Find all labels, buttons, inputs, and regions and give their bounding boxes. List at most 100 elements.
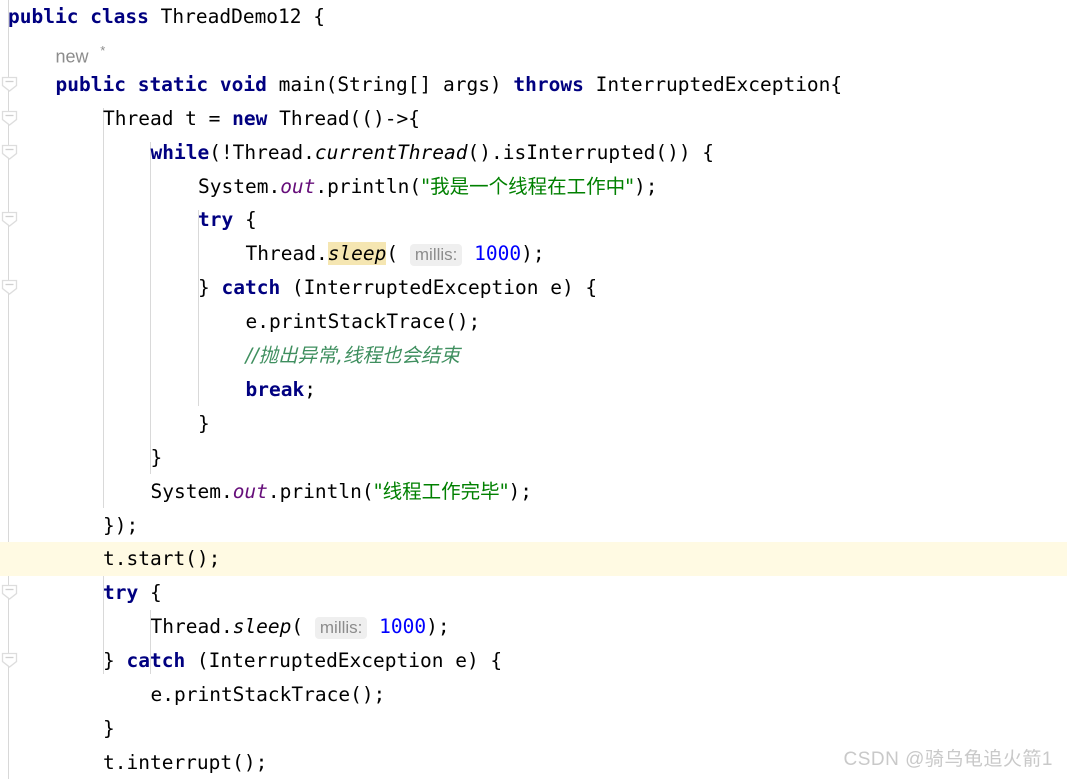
code-token-plain: .println( (315, 174, 422, 198)
code-token-kw: throws (513, 72, 584, 96)
code-line[interactable]: new * (0, 34, 1067, 68)
code-token-plain: { (138, 581, 162, 605)
code-token-plain: ); (426, 615, 450, 639)
code-token-kw: public (55, 72, 126, 96)
code-token-kw: while (150, 140, 210, 164)
code-line[interactable]: Thread.sleep( millis: 1000); (0, 610, 1067, 644)
code-token-mth: sleep (232, 615, 292, 639)
code-token-kw: void (219, 72, 267, 96)
code-token-plain: ); (521, 242, 545, 266)
csdn-watermark: CSDN @骑乌龟追火箭1 (843, 749, 1053, 770)
code-token-hint-plain: new (55, 46, 89, 67)
code-token-plain: (InterruptedException e) { (185, 649, 503, 673)
code-line-content: } (103, 712, 115, 746)
code-line[interactable]: e.printStackTrace(); (0, 305, 1067, 339)
code-line-content: while(!Thread.currentThread().isInterrup… (151, 136, 715, 170)
code-token-kw: break (245, 377, 305, 401)
code-token-num: 1000 (474, 242, 522, 266)
code-line-content: t.start(); (103, 542, 220, 576)
code-line-content: } (151, 441, 163, 475)
code-line-content: }); (103, 509, 138, 543)
code-token-plain: ; (304, 377, 316, 401)
code-token-kw: try (198, 208, 234, 232)
code-token-mth: currentThread (314, 140, 468, 164)
code-token-plain: t.interrupt(); (103, 750, 268, 774)
code-line-content: public class ThreadDemo12 { (8, 0, 325, 34)
code-line-content: e.printStackTrace(); (151, 678, 386, 712)
code-token-hint: millis: (314, 617, 368, 640)
code-line-content: Thread.sleep( millis: 1000); (151, 610, 450, 645)
code-line[interactable]: public class ThreadDemo12 { (0, 0, 1067, 34)
code-line[interactable]: e.printStackTrace(); (0, 678, 1067, 712)
code-line[interactable]: try { (0, 576, 1067, 610)
code-token-kw: new (232, 106, 268, 130)
code-token-plain: System. (198, 174, 281, 198)
code-line[interactable]: System.out.println("线程工作完毕"); (0, 475, 1067, 509)
code-token-plain: { (233, 208, 257, 232)
code-token-plain: (!Thread. (209, 140, 315, 164)
code-token-kw: catch (221, 276, 281, 300)
code-token-plain: t.start(); (103, 547, 221, 571)
code-token-plain: e.printStackTrace(); (245, 310, 481, 334)
code-line-content: t.interrupt(); (103, 746, 267, 780)
code-line[interactable]: try { (0, 203, 1067, 237)
code-line-content: Thread.sleep( millis: 1000); (246, 237, 545, 272)
code-line[interactable]: break; (0, 373, 1067, 407)
code-editor-surface[interactable]: public class ThreadDemo12 {new * public s… (0, 0, 1067, 779)
code-token-plain: ); (634, 174, 658, 198)
code-line-content: public static void main(String[] args) t… (56, 68, 843, 102)
code-line[interactable]: t.start(); (0, 542, 1067, 576)
code-line[interactable]: } catch (InterruptedException e) { (0, 644, 1067, 678)
code-token-kw: class (90, 5, 149, 28)
code-token-fld: out (232, 479, 268, 503)
code-token-cmt: //抛出异常,线程也会结束 (245, 344, 460, 367)
code-line[interactable]: //抛出异常,线程也会结束 (0, 339, 1067, 373)
code-token-fld: out (280, 174, 316, 198)
code-token-kw: static (137, 72, 209, 96)
code-line[interactable]: } (0, 712, 1067, 746)
code-line[interactable]: } (0, 407, 1067, 441)
code-line[interactable]: System.out.println("我是一个线程在工作中"); (0, 170, 1067, 204)
code-token-plain: .println( (267, 479, 374, 503)
code-token-plain: } (198, 411, 210, 435)
code-token-plain: Thread. (150, 615, 233, 639)
code-token-kw: public (8, 5, 79, 28)
code-line[interactable]: } (0, 441, 1067, 475)
code-line[interactable]: Thread.sleep( millis: 1000); (0, 237, 1067, 271)
code-token-plain: e.printStackTrace(); (150, 683, 386, 706)
code-line-content: } catch (InterruptedException e) { (103, 644, 502, 678)
code-token-plain: Thread t = (103, 106, 233, 130)
code-line[interactable]: Thread t = new Thread(()->{ (0, 102, 1067, 136)
code-line[interactable]: }); (0, 509, 1067, 543)
code-line-content: System.out.println("线程工作完毕"); (151, 475, 533, 509)
code-token-kw: try (103, 581, 139, 605)
code-line-content: break; (246, 373, 316, 407)
code-line[interactable]: while(!Thread.currentThread().isInterrup… (0, 136, 1067, 170)
code-token-plain: ); (508, 479, 533, 503)
code-token-plain: Thread. (245, 242, 328, 266)
code-line[interactable]: public static void main(String[] args) t… (0, 68, 1067, 102)
code-token-plain: ThreadDemo12 { (148, 5, 326, 28)
code-line-content: System.out.println("我是一个线程在工作中"); (198, 170, 658, 204)
code-line-content: } (198, 407, 210, 441)
code-token-mth-hi: sleep (327, 242, 387, 266)
code-token-plain: InterruptedException{ (583, 72, 843, 96)
code-token-plain: } (198, 276, 222, 300)
code-line-content: } catch (InterruptedException e) { (198, 271, 597, 305)
code-token-plain: ( (291, 615, 304, 639)
code-token-plain: ().isInterrupted()) { (467, 140, 715, 164)
code-token-hint-star: * (100, 42, 106, 58)
code-line-content: try { (198, 203, 257, 237)
code-token-plain: Thread(()->{ (267, 106, 420, 130)
code-line-content: //抛出异常,线程也会结束 (246, 339, 460, 373)
code-token-num: 1000 (379, 615, 427, 639)
code-token-plain: main(String[] args) (266, 72, 514, 96)
code-token-hint: millis: (409, 244, 463, 267)
code-line[interactable]: } catch (InterruptedException e) { (0, 271, 1067, 305)
code-token-plain: ( (386, 242, 399, 266)
